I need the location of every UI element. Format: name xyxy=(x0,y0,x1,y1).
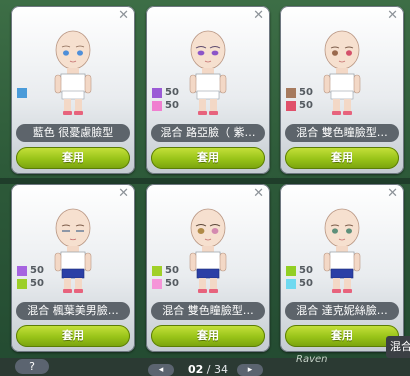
face-name-label: 混合 雙色瞳臉型… xyxy=(285,124,399,142)
prev-page-button[interactable]: ◂ xyxy=(148,364,174,376)
color-swatches: 50 50 xyxy=(17,264,44,290)
mix-percent: 50 xyxy=(165,87,179,98)
color-swatch xyxy=(152,278,162,289)
avatar xyxy=(189,208,227,293)
next-page-button[interactable]: ▸ xyxy=(237,364,263,376)
color-swatch xyxy=(286,87,296,98)
color-swatches: 50 50 xyxy=(152,264,179,290)
apply-button[interactable]: 套用 xyxy=(285,325,399,347)
mix-percent: 50 xyxy=(165,265,179,276)
mix-percent: 50 xyxy=(299,265,313,276)
apply-button[interactable]: 套用 xyxy=(151,325,265,347)
face-card: ✕ 50 50 混合 雙色瞳臉型… 套用 xyxy=(146,184,270,352)
close-icon[interactable]: ✕ xyxy=(387,9,398,23)
avatar xyxy=(54,30,92,115)
avatar xyxy=(189,30,227,115)
mix-percent: 50 xyxy=(299,278,313,289)
mix-percent: 50 xyxy=(30,278,44,289)
character-nameplate: Raven xyxy=(296,354,328,365)
apply-button[interactable]: 套用 xyxy=(16,325,130,347)
close-icon[interactable]: ✕ xyxy=(118,9,129,23)
color-swatch xyxy=(17,87,27,98)
mix-percent: 50 xyxy=(165,278,179,289)
color-swatch xyxy=(152,265,162,276)
avatar xyxy=(54,208,92,293)
close-icon[interactable]: ✕ xyxy=(253,187,264,201)
face-name-label: 藍色 很憂慮臉型 xyxy=(16,124,130,142)
face-name-label: 混合 楓葉美男臉… xyxy=(16,302,130,320)
face-card: ✕ 藍色 很憂慮臉型 套用 xyxy=(11,6,135,174)
color-swatches: 50 50 xyxy=(286,86,313,112)
mix-percent: 50 xyxy=(30,265,44,276)
color-swatch xyxy=(286,265,296,276)
face-name-label: 混合 達克妮絲臉… xyxy=(285,302,399,320)
face-card: ✕ 50 50 混合 雙色瞳臉型… 套用 xyxy=(280,6,404,174)
color-swatches xyxy=(17,86,30,99)
mix-percent: 50 xyxy=(165,100,179,111)
color-swatch xyxy=(152,100,162,111)
apply-button[interactable]: 套用 xyxy=(285,147,399,169)
close-icon[interactable]: ✕ xyxy=(387,187,398,201)
face-card: ✕ 50 50 混合 達克妮絲臉… 套用 xyxy=(280,184,404,352)
face-name-label: 混合 路亞臉（ 紫… xyxy=(151,124,265,142)
face-card: ✕ 50 50 混合 路亞臉（ 紫… 套用 xyxy=(146,6,270,174)
close-icon[interactable]: ✕ xyxy=(253,9,264,23)
avatar xyxy=(323,208,361,293)
color-swatch xyxy=(286,278,296,289)
apply-button[interactable]: 套用 xyxy=(151,147,265,169)
color-swatch xyxy=(286,100,296,111)
side-tooltip: 混合 xyxy=(386,336,410,358)
apply-button[interactable]: 套用 xyxy=(16,147,130,169)
current-page: 02 xyxy=(187,363,204,376)
page-indicator: 02 / 34 xyxy=(183,363,233,376)
face-card: ✕ 50 50 混合 楓葉美男臉… 套用 xyxy=(11,184,135,352)
color-swatch xyxy=(17,278,27,289)
total-pages: / 34 xyxy=(206,363,228,376)
color-swatch xyxy=(17,265,27,276)
help-button[interactable]: ? xyxy=(15,359,49,374)
color-swatches: 50 50 xyxy=(286,264,313,290)
close-icon[interactable]: ✕ xyxy=(118,187,129,201)
mix-percent: 50 xyxy=(299,87,313,98)
avatar xyxy=(323,30,361,115)
color-swatches: 50 50 xyxy=(152,86,179,112)
color-swatch xyxy=(152,87,162,98)
face-name-label: 混合 雙色瞳臉型… xyxy=(151,302,265,320)
mix-percent: 50 xyxy=(299,100,313,111)
